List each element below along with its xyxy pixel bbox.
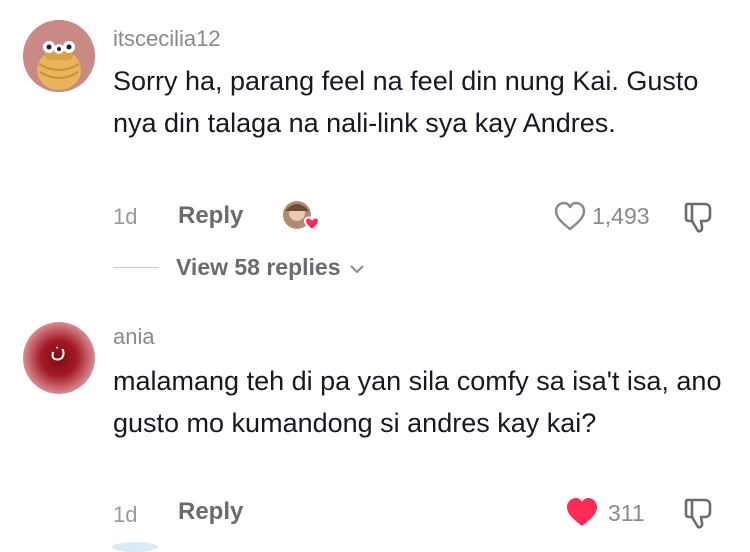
comment-item: itscecilia12 Sorry ha, parang feel na fe… (0, 0, 750, 290)
timestamp: 1d (113, 204, 138, 229)
comment-item: ن ania malamang teh di pa yan sila comfy… (0, 300, 750, 552)
dislike-button[interactable] (683, 200, 717, 234)
username[interactable]: itscecilia12 (113, 26, 221, 52)
timestamp: 1d (113, 502, 138, 527)
like-button[interactable] (564, 496, 600, 528)
comment-text: Sorry ha, parang feel na feel din nung K… (113, 66, 699, 138)
avatar-glyph: ن (50, 338, 67, 363)
dislike-button[interactable] (683, 496, 717, 530)
heart-outline-icon (554, 201, 586, 231)
replies-divider (113, 267, 159, 268)
thumbs-down-icon (684, 202, 712, 233)
chevron-down-icon (350, 265, 364, 274)
avatar[interactable] (23, 20, 95, 92)
avatar-image-icon (23, 20, 95, 92)
reply-button[interactable]: Reply (178, 498, 243, 526)
next-avatar-peek (112, 542, 158, 552)
reply-button[interactable]: Reply (178, 202, 243, 230)
like-button[interactable] (553, 200, 587, 232)
comment-text: malamang teh di pa yan sila comfy sa isa… (113, 366, 722, 438)
heart-filled-icon (567, 498, 597, 526)
thumbs-down-icon (684, 498, 712, 529)
creator-avatar-heart-icon (283, 201, 321, 232)
username[interactable]: ania (113, 324, 155, 350)
creator-liked-badge (281, 199, 321, 235)
view-replies-label: View 58 replies (176, 254, 341, 280)
avatar[interactable]: ن (23, 322, 95, 394)
like-count: 1,493 (592, 203, 650, 229)
view-replies-button[interactable]: View 58 replies (176, 254, 365, 281)
like-count: 311 (608, 500, 645, 526)
